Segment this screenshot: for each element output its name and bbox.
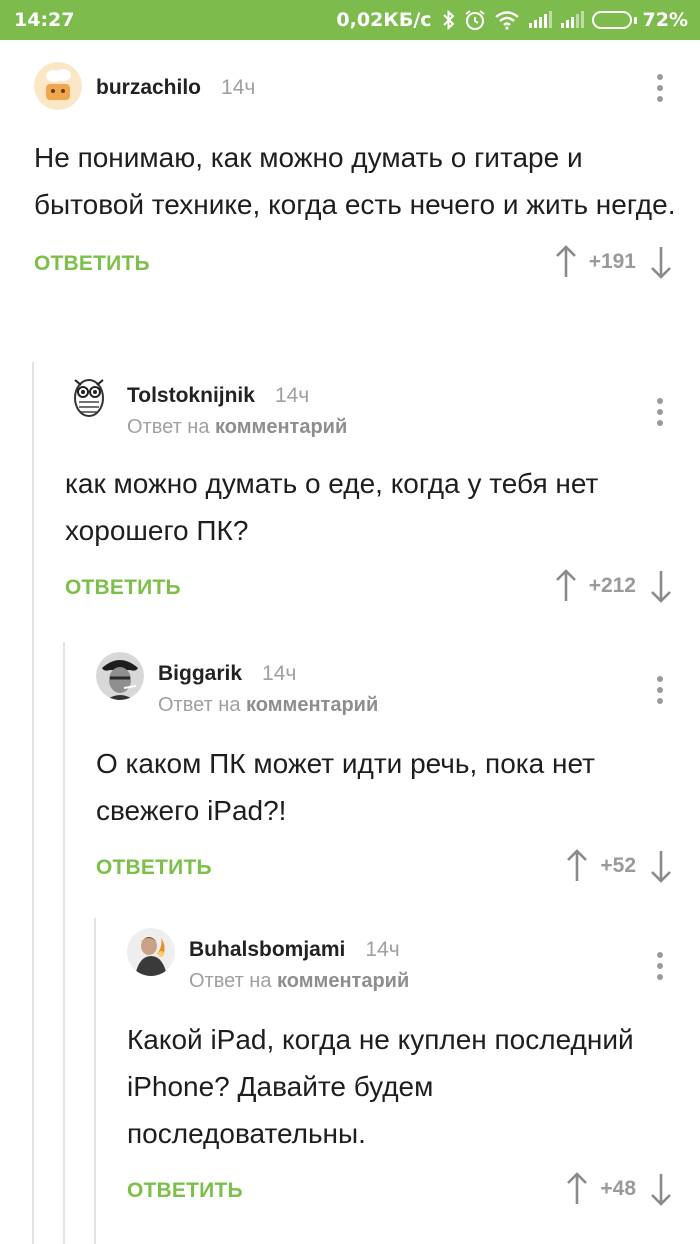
reply-button[interactable]: ОТВЕТИТЬ: [34, 252, 150, 276]
comment: Buhalsbomjami 14ч Ответ на комментарий Ка…: [127, 918, 700, 1219]
score: +191: [588, 250, 636, 273]
comment-header: Tolstoknijnik 14ч Ответ на комментарий: [65, 362, 700, 438]
battery-icon: [591, 11, 637, 29]
reply-button[interactable]: ОТВЕТИТЬ: [96, 856, 212, 880]
author[interactable]: Biggarik 14ч: [158, 662, 296, 686]
reply-to: Ответ на комментарий: [189, 970, 409, 993]
reply-to-prefix: Ответ на: [189, 970, 272, 992]
vote-block: +191: [555, 242, 672, 282]
signal-icon: [560, 11, 584, 29]
alarm-icon: [464, 9, 486, 31]
avatar[interactable]: [96, 652, 144, 700]
author-name[interactable]: Tolstoknijnik: [127, 384, 255, 407]
comment-footer: ОТВЕТИТЬ +191: [34, 242, 700, 292]
thread-line: [63, 642, 65, 1244]
more-options-icon[interactable]: [657, 676, 663, 709]
vote-block: +212: [555, 566, 672, 606]
reply-to-link[interactable]: комментарий: [277, 970, 409, 992]
reply-to: Ответ на комментарий: [158, 694, 378, 717]
author-name[interactable]: Buhalsbomjami: [189, 938, 345, 961]
reply-to: Ответ на комментарий: [127, 416, 347, 439]
author[interactable]: Buhalsbomjami 14ч: [189, 938, 400, 962]
thread-line: [94, 918, 96, 1244]
comment-age: 14ч: [262, 662, 297, 685]
upvote-icon[interactable]: [555, 569, 577, 603]
comment-footer: ОТВЕТИТЬ +52: [96, 846, 700, 896]
score: +212: [588, 574, 636, 597]
thread-line: [32, 362, 34, 1244]
author-name[interactable]: Biggarik: [158, 662, 242, 685]
reply-button[interactable]: ОТВЕТИТЬ: [65, 576, 181, 600]
downvote-icon[interactable]: [650, 245, 672, 279]
downvote-icon[interactable]: [650, 849, 672, 883]
upvote-icon[interactable]: [555, 245, 577, 279]
comment-age: 14ч: [221, 76, 256, 99]
more-options-icon[interactable]: [657, 398, 663, 431]
comment-text: Какой iPad, когда не куплен последний iP…: [127, 1024, 634, 1149]
upvote-icon[interactable]: [566, 849, 588, 883]
downvote-icon[interactable]: [650, 569, 672, 603]
comment-text: как можно думать о еде, когда у тебя нет…: [65, 468, 599, 546]
status-bar: 14:27 0,02КБ/с 72%: [0, 0, 700, 40]
author[interactable]: burzachilo 14ч: [96, 76, 255, 100]
comment: Tolstoknijnik 14ч Ответ на комментарий ка…: [65, 362, 700, 616]
comment-age: 14ч: [274, 384, 310, 407]
vote-block: +48: [566, 1169, 672, 1209]
upvote-icon[interactable]: [566, 1172, 588, 1206]
more-options-icon[interactable]: [657, 952, 663, 985]
reply-to-prefix: Ответ на: [158, 694, 241, 716]
comment-header: burzachilo 14ч: [34, 52, 700, 124]
comment: burzachilo 14ч Не понимаю, как можно дума…: [34, 52, 700, 292]
reply-button[interactable]: ОТВЕТИТЬ: [127, 1179, 243, 1203]
status-time: 14:27: [14, 9, 75, 31]
comment-footer: ОТВЕТИТЬ +212: [65, 566, 700, 616]
comment-footer: ОТВЕТИТЬ +48: [127, 1169, 700, 1219]
comment-header: Biggarik 14ч Ответ на комментарий: [96, 642, 700, 717]
comment-header: Buhalsbomjami 14ч Ответ на комментарий: [127, 918, 700, 993]
comment-text: О каком ПК может идти речь, пока нет све…: [96, 748, 595, 826]
author[interactable]: Tolstoknijnik 14ч: [127, 384, 309, 408]
score: +48: [600, 1177, 636, 1200]
signal-icon: [528, 11, 552, 29]
reply-to-link[interactable]: комментарий: [215, 416, 347, 438]
more-options-icon[interactable]: [657, 74, 663, 107]
comment-age: 14ч: [365, 938, 400, 961]
bluetooth-icon: [442, 9, 456, 31]
author-name[interactable]: burzachilo: [96, 76, 201, 99]
comment: Biggarik 14ч Ответ на комментарий О каком…: [96, 642, 700, 896]
reply-to-prefix: Ответ на: [127, 416, 210, 438]
avatar[interactable]: [127, 928, 175, 976]
battery-percent: 72%: [642, 9, 688, 31]
network-speed: 0,02КБ/с: [336, 9, 432, 31]
vote-block: +52: [566, 846, 672, 886]
downvote-icon[interactable]: [650, 1172, 672, 1206]
avatar[interactable]: [34, 62, 82, 110]
wifi-icon: [494, 10, 520, 30]
score: +52: [600, 854, 636, 877]
reply-to-link[interactable]: комментарий: [246, 694, 378, 716]
avatar[interactable]: [65, 372, 113, 420]
comment-text: Не понимаю, как можно думать о гитаре и …: [34, 142, 676, 220]
